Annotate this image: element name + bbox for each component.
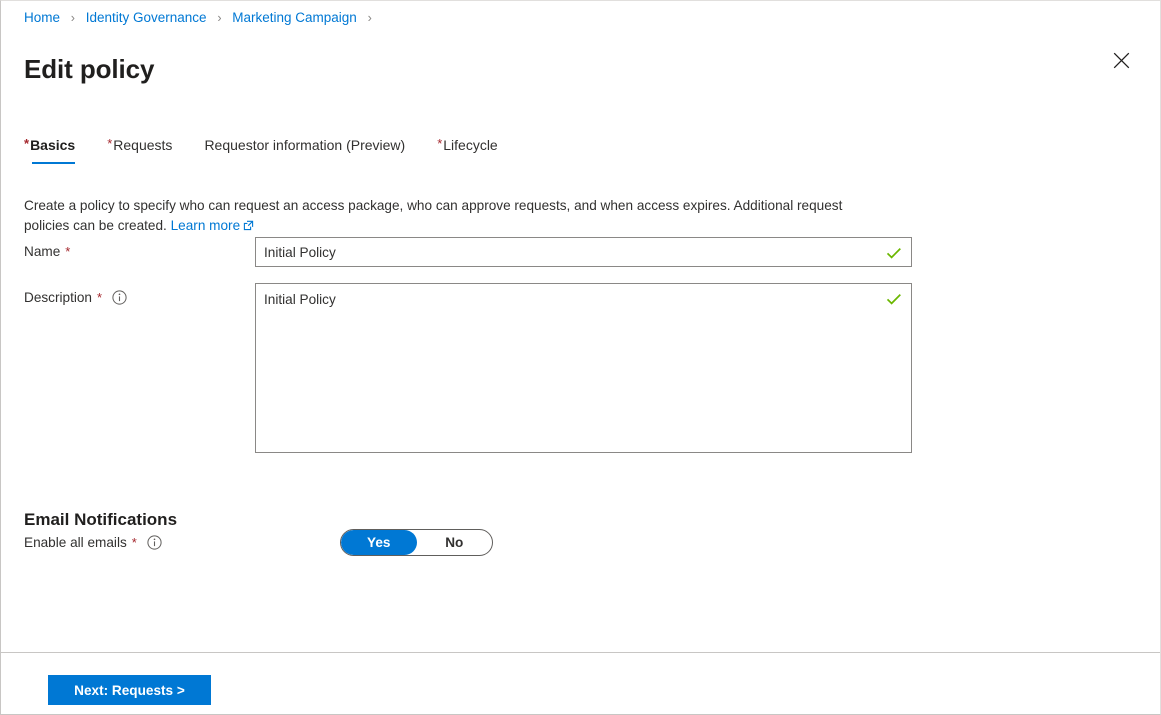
required-asterisk: * <box>97 289 103 305</box>
description-field-label: Description * <box>24 290 127 305</box>
description-textarea[interactable] <box>255 283 912 453</box>
close-icon <box>1113 52 1129 68</box>
required-asterisk: * <box>24 136 30 151</box>
tab-basics-label: Basics <box>30 137 76 153</box>
page-title: Edit policy <box>24 54 155 85</box>
tab-requestor-information-label: Requestor information (Preview) <box>204 137 406 153</box>
toggle-option-yes[interactable]: Yes <box>341 530 417 555</box>
edit-policy-blade: Home › Identity Governance › Marketing C… <box>0 0 1161 715</box>
enable-all-emails-label-text: Enable all emails <box>24 535 127 550</box>
tab-requests[interactable]: *Requests <box>107 135 172 164</box>
info-icon[interactable] <box>112 290 127 305</box>
tab-basics[interactable]: *Basics <box>24 135 76 164</box>
tab-bar: *Basics *Requests Requestor information … <box>24 135 498 164</box>
intro-text: Create a policy to specify who can reque… <box>24 197 843 233</box>
breadcrumb-separator-icon: › <box>367 11 372 25</box>
learn-more-link[interactable]: Learn more <box>171 218 241 233</box>
required-asterisk: * <box>107 136 113 151</box>
enable-all-emails-toggle[interactable]: Yes No <box>340 529 493 556</box>
tab-requestor-information[interactable]: Requestor information (Preview) <box>204 135 405 164</box>
breadcrumb: Home › Identity Governance › Marketing C… <box>24 9 379 27</box>
tab-lifecycle-label: Lifecycle <box>443 137 498 153</box>
enable-all-emails-label: Enable all emails * <box>24 535 162 550</box>
email-notifications-heading: Email Notifications <box>24 510 178 530</box>
required-asterisk: * <box>131 534 137 550</box>
name-input[interactable] <box>255 237 912 267</box>
description-label-text: Description <box>24 290 92 305</box>
name-label-text: Name <box>24 244 61 259</box>
tab-lifecycle[interactable]: *Lifecycle <box>437 135 498 164</box>
required-asterisk: * <box>437 136 443 151</box>
footer-divider <box>1 652 1160 653</box>
tab-active-underline <box>32 162 76 164</box>
breadcrumb-separator-icon: › <box>70 11 75 25</box>
breadcrumb-item-identity-governance[interactable]: Identity Governance <box>86 10 207 25</box>
intro-description: Create a policy to specify who can reque… <box>24 196 859 237</box>
toggle-option-no[interactable]: No <box>417 530 493 555</box>
required-asterisk: * <box>65 243 71 259</box>
name-field-label: Name * <box>24 244 71 259</box>
breadcrumb-item-home[interactable]: Home <box>24 10 60 25</box>
breadcrumb-item-marketing-campaign[interactable]: Marketing Campaign <box>232 10 357 25</box>
breadcrumb-separator-icon: › <box>217 11 222 25</box>
info-icon[interactable] <box>147 535 162 550</box>
tab-requests-label: Requests <box>113 137 173 153</box>
external-link-icon <box>243 217 254 237</box>
close-button[interactable] <box>1104 43 1138 77</box>
next-requests-button[interactable]: Next: Requests > <box>48 675 211 705</box>
